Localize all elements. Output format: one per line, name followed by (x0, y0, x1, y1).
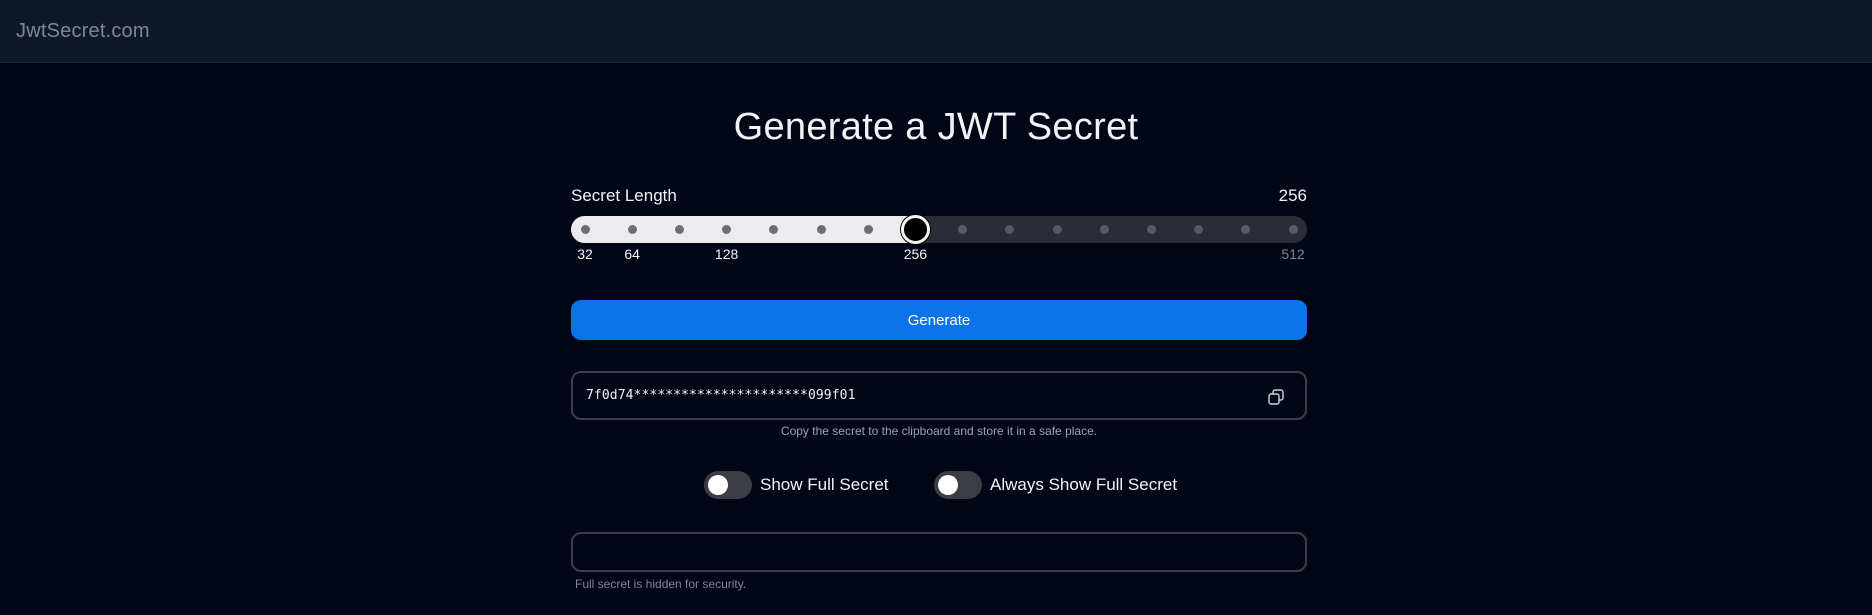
toggle-knob (938, 475, 958, 495)
brand-logo-link[interactable]: JwtSecret.com (16, 20, 150, 43)
slider-step-dot (816, 225, 826, 234)
slider-step-dot (1099, 225, 1109, 234)
full-secret-hint: Full secret is hidden for security. (575, 577, 747, 591)
slider-step-dot (627, 225, 637, 234)
secret-output-field[interactable]: 7f0d74**********************099f01 (571, 371, 1307, 420)
tick-label-256: 256 (903, 246, 928, 262)
secret-length-value: 256 (1278, 186, 1307, 205)
copy-icon[interactable] (1267, 388, 1285, 406)
slider-thumb[interactable] (900, 215, 930, 244)
top-navbar: JwtSecret.com (0, 0, 1872, 63)
always-show-full-secret-toggle-group: Always Show Full Secret (934, 471, 1177, 499)
toggle-knob (708, 475, 728, 495)
show-full-secret-toggle[interactable] (704, 471, 752, 499)
copy-hint: Copy the secret to the clipboard and sto… (780, 424, 1098, 438)
tick-label-64: 64 (624, 246, 640, 262)
slider-step-dot (580, 225, 590, 234)
full-secret-field[interactable] (571, 532, 1307, 572)
slider-step-dot (1194, 225, 1204, 234)
slider-step-dot (1005, 225, 1015, 234)
tick-label-32: 32 (577, 246, 593, 262)
tick-label-128: 128 (714, 246, 739, 262)
secret-length-slider[interactable] (571, 215, 1307, 244)
slider-step-dot (1241, 225, 1251, 234)
slider-step-dot (1146, 225, 1156, 234)
generate-button[interactable]: Generate (571, 300, 1307, 340)
slider-step-dot (863, 225, 873, 234)
show-full-secret-label: Show Full Secret (760, 475, 889, 494)
always-show-full-secret-toggle[interactable] (934, 471, 982, 499)
secret-masked-value: 7f0d74**********************099f01 (586, 388, 856, 403)
always-show-full-secret-label: Always Show Full Secret (990, 475, 1178, 494)
slider-step-dot (1052, 225, 1062, 234)
slider-step-dot (958, 225, 968, 234)
secret-length-label: Secret Length (571, 186, 677, 205)
show-full-secret-toggle-group: Show Full Secret (704, 471, 889, 499)
page-title: Generate a JWT Secret (733, 106, 1139, 148)
slider-step-dot (674, 225, 684, 234)
slider-step-dot (1288, 225, 1298, 234)
tick-label-512: 512 (1281, 246, 1305, 262)
